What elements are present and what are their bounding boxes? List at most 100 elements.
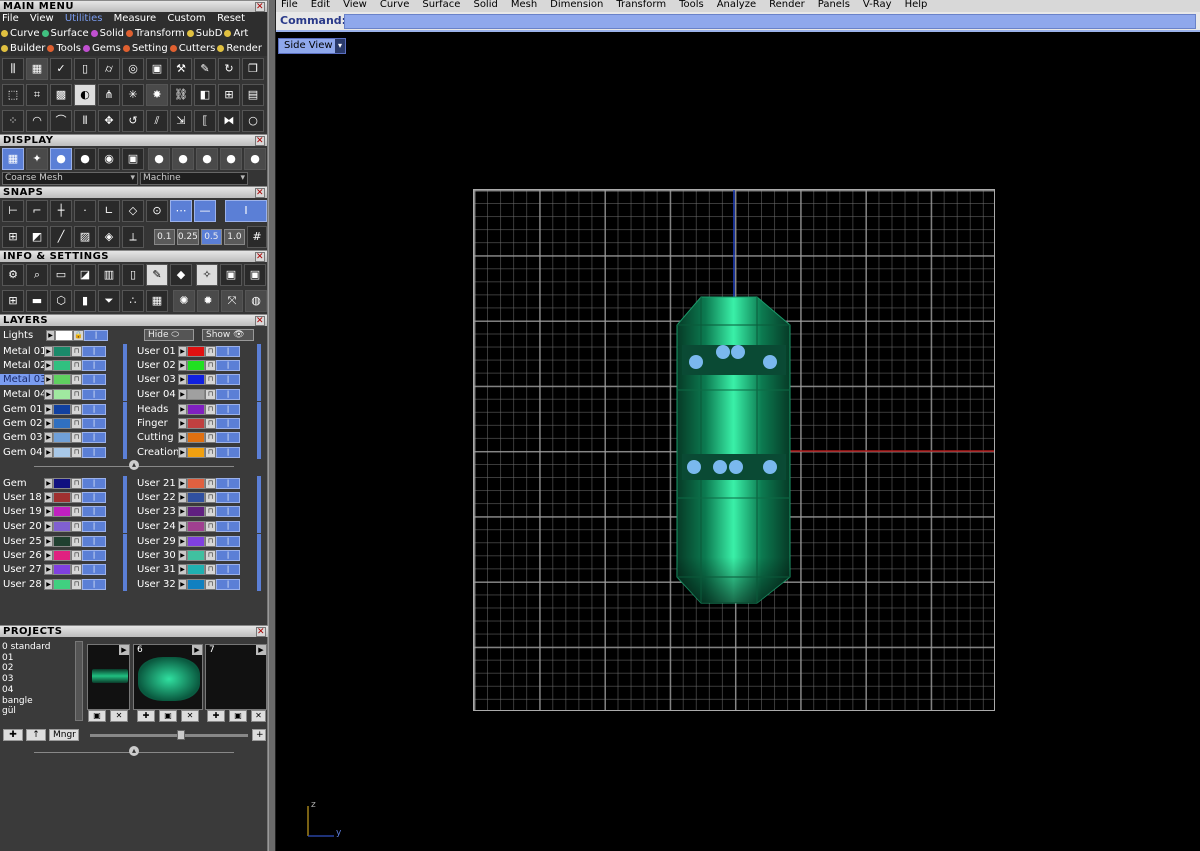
layer-row[interactable]: Gem ▶ ⊓ | — [0, 476, 130, 490]
expand-icon[interactable]: ▶ — [178, 345, 187, 357]
layer-color-swatch[interactable] — [187, 403, 205, 415]
visibility-toggle[interactable]: | — [216, 578, 240, 590]
panel-splitter[interactable] — [268, 0, 276, 851]
visibility-toggle[interactable]: | — [216, 506, 240, 518]
layer-color-swatch[interactable] — [187, 520, 205, 532]
edit-icon[interactable]: ✎ — [194, 58, 216, 80]
layer-color-swatch[interactable] — [187, 432, 205, 444]
category-row2-3[interactable]: Setting — [122, 43, 168, 54]
metal-sphere-icon[interactable]: ● — [148, 148, 170, 170]
project-item[interactable]: 0 standard — [2, 642, 84, 653]
layer-name[interactable]: User 04 — [134, 389, 178, 400]
layer-row[interactable]: Gem 04 ▶ ⊓ | — [0, 445, 130, 459]
save-thumb-icon[interactable]: ▣ — [159, 710, 177, 722]
visibility-toggle[interactable]: | — [216, 359, 240, 371]
tools-icon[interactable]: ⚒ — [170, 58, 192, 80]
lock-icon[interactable]: 🔒 — [73, 329, 84, 341]
arc-icon[interactable]: ◠ — [26, 110, 48, 132]
visibility-toggle[interactable]: | — [216, 564, 240, 576]
pages-icon[interactable]: ❐ — [242, 58, 264, 80]
lock-icon[interactable]: ⊓ — [205, 374, 216, 386]
visibility-toggle[interactable]: | — [82, 549, 106, 561]
layer-color-swatch[interactable] — [187, 359, 205, 371]
visibility-toggle[interactable]: | — [216, 477, 240, 489]
expand-icon[interactable]: ▶ — [44, 491, 53, 503]
refresh-icon[interactable]: ↻ — [218, 58, 240, 80]
lock-icon[interactable]: ⊓ — [205, 491, 216, 503]
expand-icon[interactable]: ▶ — [178, 374, 187, 386]
expand-icon[interactable]: ▶ — [44, 388, 53, 400]
layer-name[interactable]: Creation — [134, 447, 178, 458]
lock-icon[interactable]: ⊓ — [205, 564, 216, 576]
snap-value-3[interactable]: 0.5 — [200, 229, 222, 245]
delete-thumb-icon[interactable]: ✕ — [251, 710, 266, 722]
layer-row[interactable]: Metal 01 ▶ ⊓ | — [0, 344, 130, 358]
lock-icon[interactable]: ⊓ — [71, 432, 82, 444]
category-row1-4[interactable]: SubD — [186, 28, 222, 39]
expand-icon[interactable]: ▶ — [178, 446, 187, 458]
knots-icon[interactable]: ⫼ — [2, 58, 24, 80]
close-icon[interactable]: ✕ — [256, 627, 266, 637]
project-item[interactable]: 02 — [2, 663, 84, 674]
layer-row[interactable]: User 22 ▶ ⊓ | — [134, 490, 264, 504]
lock-icon[interactable]: ⊓ — [205, 506, 216, 518]
project-item[interactable]: 03 — [2, 674, 84, 685]
mesh-select[interactable]: Coarse Mesh — [2, 172, 138, 185]
layer-color-swatch[interactable] — [53, 578, 71, 590]
up-project-button[interactable]: ↑ — [26, 729, 46, 741]
funnel-icon[interactable]: ⏷ — [98, 290, 120, 312]
expand-icon[interactable]: ▶ — [44, 432, 53, 444]
expand-icon[interactable]: ▶ — [178, 491, 187, 503]
close-icon[interactable]: ✕ — [255, 188, 265, 198]
layer-name[interactable]: User 22 — [134, 492, 178, 503]
layer-row[interactable]: User 30 ▶ ⊓ | — [134, 548, 264, 562]
snap-tan-icon[interactable]: — — [194, 200, 216, 222]
line-icon[interactable]: ╱ — [50, 226, 72, 248]
chain-icon[interactable]: ⛓ — [170, 84, 192, 106]
visibility-toggle[interactable]: | — [82, 491, 106, 503]
add-project-button[interactable]: ✚ — [3, 729, 23, 741]
save-thumb-icon[interactable]: ▣ — [88, 710, 106, 722]
render-settings-icon[interactable]: ▣ — [220, 264, 242, 286]
material-select[interactable]: Machine — [140, 172, 248, 185]
half-icon[interactable]: ◐ — [74, 84, 96, 106]
viewport-canvas[interactable] — [276, 0, 1200, 851]
layer-color-swatch[interactable] — [187, 535, 205, 547]
layer-row[interactable]: User 01 ▶ ⊓ | — [134, 344, 264, 358]
expand-icon[interactable]: ▶ — [178, 564, 187, 576]
lock-icon[interactable]: ⊓ — [71, 477, 82, 489]
expand-icon[interactable]: ▶ — [178, 506, 187, 518]
windows-icon[interactable]: ⊞ — [2, 290, 24, 312]
layer-name[interactable]: User 20 — [0, 521, 44, 532]
visibility-toggle[interactable]: | — [82, 520, 106, 532]
visibility-toggle[interactable]: | — [82, 432, 106, 444]
expand-icon[interactable]: ▶ — [44, 359, 53, 371]
add-thumb-icon[interactable]: ✚ — [137, 710, 155, 722]
lock-icon[interactable]: ⊓ — [205, 578, 216, 590]
visibility-toggle[interactable]: | — [216, 520, 240, 532]
layer-row[interactable]: Gem 03 ▶ ⊓ | — [0, 431, 130, 445]
layer-row[interactable]: User 32 ▶ ⊓ | — [134, 577, 264, 591]
reset-button[interactable]: Reset — [217, 12, 245, 26]
color-swatch[interactable] — [55, 329, 73, 341]
block-icon[interactable]: ◪ — [74, 264, 96, 286]
panel-separator[interactable] — [0, 746, 268, 757]
bars-icon[interactable]: ⦀ — [74, 110, 96, 132]
hatch-icon[interactable]: ▨ — [74, 226, 96, 248]
close-icon[interactable]: ✕ — [255, 252, 265, 262]
layer-row[interactable]: User 19 ▶ ⊓ | — [0, 505, 130, 519]
globe-icon[interactable]: ◍ — [245, 290, 267, 312]
layer-color-swatch[interactable] — [53, 403, 71, 415]
zoom-in-button[interactable]: + — [252, 729, 266, 741]
layer-group-bar[interactable] — [123, 534, 127, 591]
expand-icon[interactable]: ▶ — [44, 564, 53, 576]
lock-icon[interactable]: ⊓ — [71, 359, 82, 371]
lock-icon[interactable]: ⊓ — [205, 520, 216, 532]
thumb-size-slider[interactable] — [90, 734, 248, 737]
visibility-toggle[interactable]: | — [216, 345, 240, 357]
shear-icon[interactable]: ⫽ — [146, 110, 168, 132]
layer-name[interactable]: User 24 — [134, 521, 178, 532]
slider-handle[interactable] — [177, 730, 185, 740]
expand-icon[interactable]: ▶ — [44, 578, 53, 590]
layer-row[interactable]: Cutting ▶ ⊓ | — [134, 431, 264, 445]
